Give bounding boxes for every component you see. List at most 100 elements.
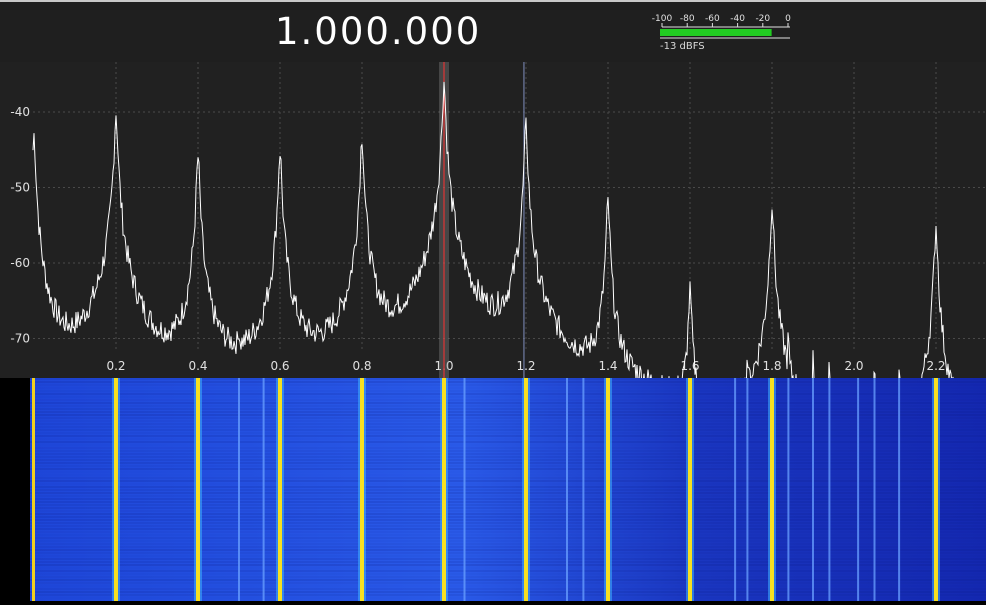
waterfall-texture-row [30, 594, 986, 596]
waterfall-texture-row [30, 510, 986, 512]
waterfall-texture-row [30, 507, 986, 509]
waterfall-weak-signal-line [734, 378, 737, 601]
waterfall-texture-row [30, 585, 986, 587]
waterfall-texture-row [30, 579, 986, 581]
waterfall-strong-signal-line [934, 378, 938, 601]
waterfall-texture-row [30, 534, 986, 536]
spectrum-x-tick-label: 0.4 [188, 359, 207, 373]
waterfall-texture-row [30, 453, 986, 455]
waterfall-texture-row [30, 561, 986, 563]
level-meter-tick-label: -80 [680, 14, 695, 24]
signal-level-meter: -100 -80 -60 -40 -20 0 -13 dBFS [652, 10, 802, 60]
waterfall-texture-row [30, 411, 986, 413]
waterfall-texture-row [30, 486, 986, 488]
waterfall-texture-row [30, 423, 986, 425]
waterfall-weak-signal-line [873, 378, 876, 601]
waterfall-texture-row [30, 492, 986, 494]
spectrum-x-tick-label: 2.2 [926, 359, 945, 373]
waterfall-texture-row [30, 426, 986, 428]
waterfall-texture-row [30, 387, 986, 389]
waterfall-texture-row [30, 420, 986, 422]
spectrum-canvas[interactable]: -40-50-60-70-80-90-1000.20.40.60.81.01.2… [0, 62, 986, 572]
waterfall-canvas[interactable] [0, 378, 986, 601]
waterfall-texture-row [30, 525, 986, 527]
level-meter-scale: -100 -80 -60 -40 -20 0 [652, 14, 791, 39]
waterfall-texture-row [30, 393, 986, 395]
level-meter-tick-label: -20 [755, 14, 770, 24]
waterfall-weak-signal-line [262, 378, 265, 601]
waterfall-texture-row [30, 528, 986, 530]
waterfall-weak-signal-line [828, 378, 831, 601]
waterfall-texture-row [30, 588, 986, 590]
waterfall-texture-row [30, 447, 986, 449]
waterfall-weak-signal-line [812, 378, 814, 601]
waterfall-weak-signal-line [746, 378, 749, 601]
waterfall-texture-row [30, 480, 986, 482]
waterfall-strong-signal-line [770, 378, 774, 601]
waterfall-strong-signal-line [278, 378, 282, 601]
waterfall-texture-row [30, 384, 986, 386]
waterfall-texture-row [30, 429, 986, 431]
waterfall-texture-row [30, 567, 986, 569]
waterfall-strong-signal-line [196, 378, 200, 601]
waterfall-texture-row [30, 495, 986, 497]
waterfall-texture-row [30, 570, 986, 572]
waterfall-texture-row [30, 501, 986, 503]
waterfall-texture-row [30, 378, 986, 380]
level-meter-readout: -13 dBFS [660, 41, 705, 52]
waterfall-strong-signal-line [360, 378, 364, 601]
waterfall-texture-row [30, 546, 986, 548]
frequency-display[interactable]: 1.000.000 [275, 10, 481, 53]
waterfall-texture-row [30, 537, 986, 539]
waterfall-texture-row [30, 582, 986, 584]
level-meter-bar [660, 29, 772, 36]
waterfall-strong-signal-line [524, 378, 528, 601]
waterfall-texture-row [30, 516, 986, 518]
waterfall-texture-row [30, 549, 986, 551]
waterfall-weak-signal-line [238, 378, 240, 601]
spectrum-y-tick-label: -70 [10, 332, 30, 346]
level-meter-tick-label: -60 [705, 14, 720, 24]
waterfall-texture-row [30, 498, 986, 500]
waterfall-weak-signal-line [463, 378, 466, 601]
waterfall-display[interactable] [0, 378, 986, 601]
waterfall-strong-signal-line [114, 378, 118, 601]
waterfall-texture-row [30, 555, 986, 557]
waterfall-texture-row [30, 435, 986, 437]
waterfall-texture-row [30, 465, 986, 467]
waterfall-strong-signal-line [688, 378, 692, 601]
spectrum-x-tick-label: 2.0 [844, 359, 863, 373]
waterfall-texture-row [30, 543, 986, 545]
waterfall-texture-row [30, 396, 986, 398]
spectrum-x-tick-label: 1.8 [762, 359, 781, 373]
waterfall-texture-row [30, 471, 986, 473]
level-meter-tick-label: 0 [785, 14, 791, 24]
spectrum-plot[interactable]: -40-50-60-70-80-90-1000.20.40.60.81.01.2… [0, 62, 986, 572]
header-bar: 1.000.000 -100 -80 -60 -40 -20 0 -13 dBFS [0, 2, 986, 62]
waterfall-texture-row [30, 573, 986, 575]
waterfall-texture-row [30, 540, 986, 542]
sdr-receiver-window: 1.000.000 -100 -80 -60 -40 -20 0 -13 dBFS -40… [0, 0, 986, 601]
spectrum-y-tick-label: -40 [10, 105, 30, 119]
waterfall-texture-row [30, 432, 986, 434]
spectrum-x-tick-label: 1.2 [516, 359, 535, 373]
waterfall-texture-row [30, 576, 986, 578]
waterfall-texture-row [30, 477, 986, 479]
spectrum-y-tick-label: -60 [10, 256, 30, 270]
waterfall-texture-row [30, 591, 986, 593]
waterfall-texture-row [30, 381, 986, 383]
waterfall-texture-row [30, 531, 986, 533]
waterfall-texture-row [30, 414, 986, 416]
waterfall-weak-signal-line [898, 378, 901, 601]
waterfall-texture-row [30, 468, 986, 470]
waterfall-weak-signal-line [566, 378, 568, 601]
waterfall-texture-row [30, 417, 986, 419]
waterfall-texture-row [30, 408, 986, 410]
waterfall-texture-row [30, 552, 986, 554]
waterfall-texture-row [30, 597, 986, 599]
waterfall-dc-edge-line [32, 378, 35, 601]
level-meter-tick-label: -40 [730, 14, 745, 24]
waterfall-texture-row [30, 519, 986, 521]
waterfall-texture-row [30, 474, 986, 476]
waterfall-texture-row [30, 504, 986, 506]
